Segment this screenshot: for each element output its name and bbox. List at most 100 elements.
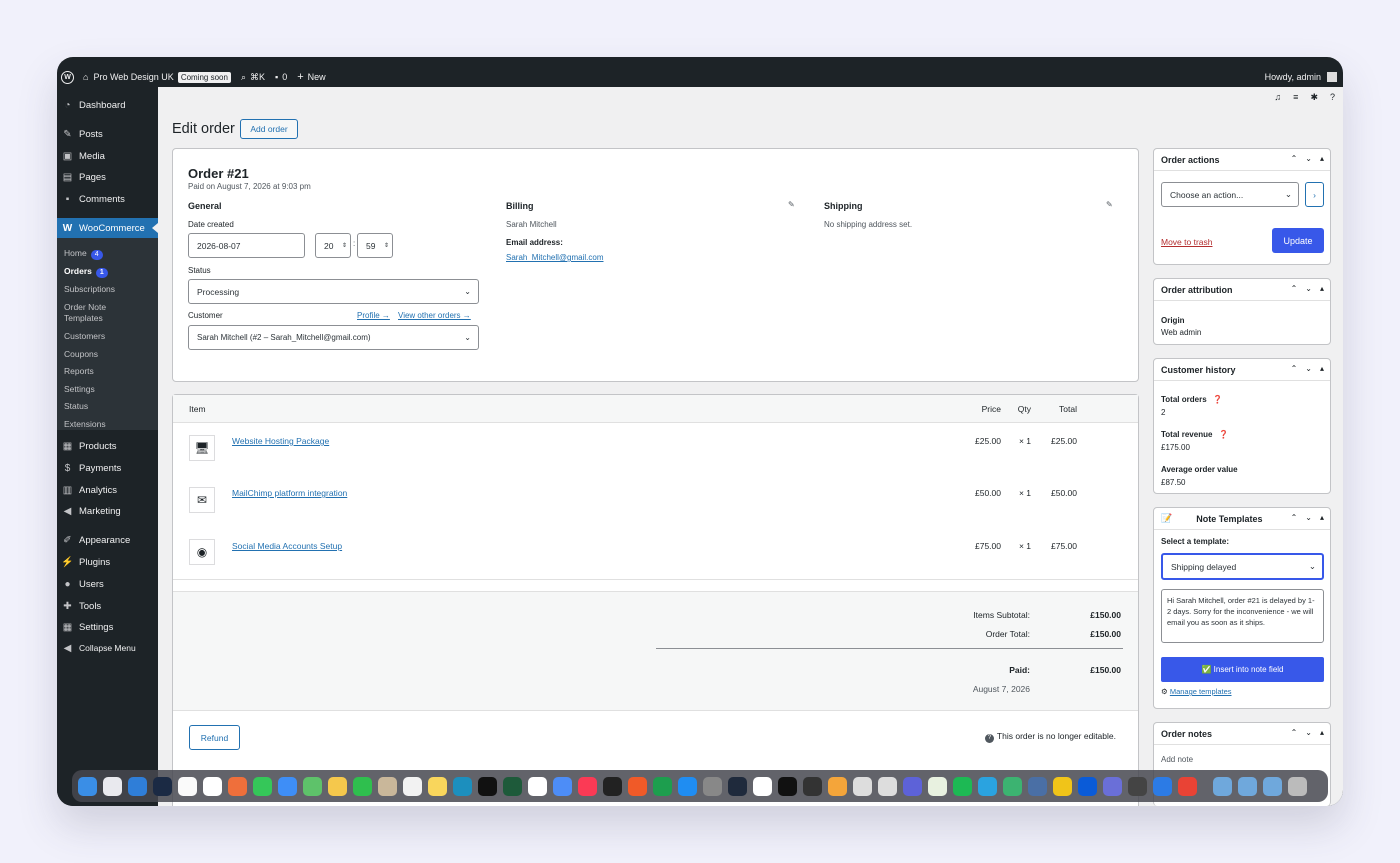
bell-icon[interactable]: ♫ — [1274, 92, 1281, 103]
insert-note-button[interactable]: ✅ Insert into note field — [1161, 657, 1324, 682]
app-icon[interactable] — [903, 776, 922, 796]
folder-icon[interactable] — [1213, 776, 1232, 796]
submenu-orders[interactable]: Orders 1 — [64, 266, 108, 278]
messages-icon[interactable] — [253, 776, 272, 796]
activity-monitor-icon[interactable] — [803, 776, 822, 796]
folder-icon[interactable] — [1238, 776, 1257, 796]
app-icon[interactable] — [1053, 776, 1072, 796]
comments-link[interactable]: ▪ 0 — [275, 72, 287, 82]
date-created-input[interactable]: 2026-08-07 — [188, 233, 305, 258]
update-button[interactable]: Update — [1272, 228, 1324, 253]
telegram-icon[interactable] — [978, 776, 997, 796]
app-store-icon[interactable] — [678, 776, 697, 796]
list-icon[interactable]: ≡ — [1293, 92, 1298, 103]
sidebar-item-settings[interactable]: ▦ Settings — [57, 617, 158, 637]
sidebar-item-woocommerce[interactable]: W WooCommerce — [57, 218, 158, 238]
billing-email-link[interactable]: Sarah_Mitchell@gmail.com — [506, 253, 604, 262]
toggle-icon[interactable]: ▴ — [1320, 364, 1324, 373]
chevron-up-icon[interactable]: ⌃ — [1291, 728, 1298, 737]
item-name-link[interactable]: Social Media Accounts Setup — [232, 541, 342, 551]
chevron-down-icon[interactable]: ⌄ — [1305, 728, 1312, 737]
app-icon[interactable] — [778, 776, 797, 796]
sidebar-item-pages[interactable]: ▤ Pages — [57, 167, 158, 187]
app-icon[interactable] — [728, 776, 747, 796]
submenu-order-note-templates[interactable]: Order Note Templates — [64, 302, 106, 324]
chevron-up-icon[interactable]: ⌃ — [1291, 513, 1298, 522]
music-icon[interactable] — [578, 776, 597, 796]
gear-icon[interactable]: ✱ — [1310, 92, 1318, 103]
photos-icon[interactable] — [328, 776, 347, 796]
wordpress-icon[interactable]: W — [61, 70, 74, 84]
chevron-up-icon[interactable]: ⌃ — [1291, 284, 1298, 293]
app-icon[interactable] — [553, 776, 572, 796]
sidebar-item-analytics[interactable]: ▥ Analytics — [57, 480, 158, 500]
template-text-area[interactable]: Hi Sarah Mitchell, order #21 is delayed … — [1161, 589, 1324, 643]
sidebar-item-marketing[interactable]: ◀ Marketing — [57, 501, 158, 521]
submenu-settings[interactable]: Settings — [64, 384, 95, 395]
toggle-icon[interactable]: ▴ — [1320, 284, 1324, 293]
hour-input[interactable]: 20 ⇕ — [315, 233, 351, 258]
move-to-trash-link[interactable]: Move to trash — [1161, 237, 1213, 247]
submenu-status[interactable]: Status — [64, 401, 88, 412]
manage-templates-link[interactable]: ⚙ Manage templates — [1161, 687, 1232, 696]
collapse-menu-button[interactable]: ◀ Collapse Menu — [57, 638, 158, 658]
app-icon[interactable] — [828, 776, 847, 796]
new-content-link[interactable]: + New — [297, 71, 325, 83]
app-icon[interactable] — [503, 776, 522, 796]
trash-icon[interactable] — [1288, 776, 1307, 796]
notes-icon[interactable] — [428, 776, 447, 796]
sidebar-item-plugins[interactable]: ⚡ Plugins — [57, 552, 158, 572]
app-icon[interactable] — [928, 776, 947, 796]
chevron-down-icon[interactable]: ⌄ — [1305, 154, 1312, 163]
numbers-icon[interactable] — [653, 776, 672, 796]
chevron-down-icon[interactable]: ⌄ — [1305, 513, 1312, 522]
launchpad-icon[interactable] — [103, 776, 122, 796]
submenu-extensions[interactable]: Extensions — [64, 419, 106, 430]
submenu-home[interactable]: Home 4 — [64, 248, 103, 260]
freeform-icon[interactable] — [453, 776, 472, 796]
claude-icon[interactable] — [228, 776, 247, 796]
edit-billing-icon[interactable]: ✎ — [788, 200, 795, 209]
account-menu[interactable]: Howdy, admin — [1265, 72, 1337, 82]
folder-icon[interactable] — [1263, 776, 1282, 796]
sidebar-item-payments[interactable]: $ Payments — [57, 458, 158, 478]
vscode-icon[interactable] — [1153, 776, 1172, 796]
app-icon[interactable] — [878, 776, 897, 796]
reminders-icon[interactable] — [403, 776, 422, 796]
minute-input[interactable]: 59 ⇕ — [357, 233, 393, 258]
app-icon[interactable] — [1078, 776, 1097, 796]
toggle-icon[interactable]: ▴ — [1320, 728, 1324, 737]
app-icon[interactable] — [1103, 776, 1122, 796]
sidebar-item-comments[interactable]: ▪ Comments — [57, 189, 158, 209]
chevron-down-icon[interactable]: ⌄ — [1305, 284, 1312, 293]
submenu-subscriptions[interactable]: Subscriptions — [64, 284, 115, 295]
apply-action-button[interactable]: › — [1305, 182, 1324, 207]
template-select[interactable]: Shipping delayed ⌄ — [1161, 553, 1324, 580]
submenu-reports[interactable]: Reports — [64, 366, 94, 377]
sidebar-item-appearance[interactable]: ✐ Appearance — [57, 530, 158, 550]
app-icon[interactable] — [628, 776, 647, 796]
chatgpt-icon[interactable] — [203, 776, 222, 796]
app-icon[interactable] — [153, 776, 172, 796]
sidebar-item-users[interactable]: ● Users — [57, 574, 158, 594]
item-name-link[interactable]: Website Hosting Package — [232, 436, 329, 446]
chevron-up-icon[interactable]: ⌃ — [1291, 154, 1298, 163]
facetime-icon[interactable] — [353, 776, 372, 796]
view-other-orders-link[interactable]: View other orders → — [398, 311, 471, 320]
status-select[interactable]: Processing ⌄ — [188, 279, 479, 304]
help-icon[interactable]: ? — [1330, 92, 1335, 103]
mail-icon[interactable] — [278, 776, 297, 796]
settings-icon[interactable] — [703, 776, 722, 796]
profile-link[interactable]: Profile → — [357, 311, 390, 320]
safari-icon[interactable] — [128, 776, 147, 796]
order-action-select[interactable]: Choose an action... ⌄ — [1161, 182, 1299, 207]
coming-soon-badge[interactable]: Coming soon — [177, 71, 231, 83]
submenu-coupons[interactable]: Coupons — [64, 349, 98, 360]
command-palette[interactable]: ⌕ ⌘K — [241, 72, 265, 83]
refund-button[interactable]: Refund — [189, 725, 240, 750]
chevron-up-icon[interactable]: ⌃ — [1291, 364, 1298, 373]
app-icon[interactable] — [1128, 776, 1147, 796]
toggle-icon[interactable]: ▴ — [1320, 154, 1324, 163]
item-name-link[interactable]: MailChimp platform integration — [232, 488, 347, 498]
contacts-icon[interactable] — [378, 776, 397, 796]
